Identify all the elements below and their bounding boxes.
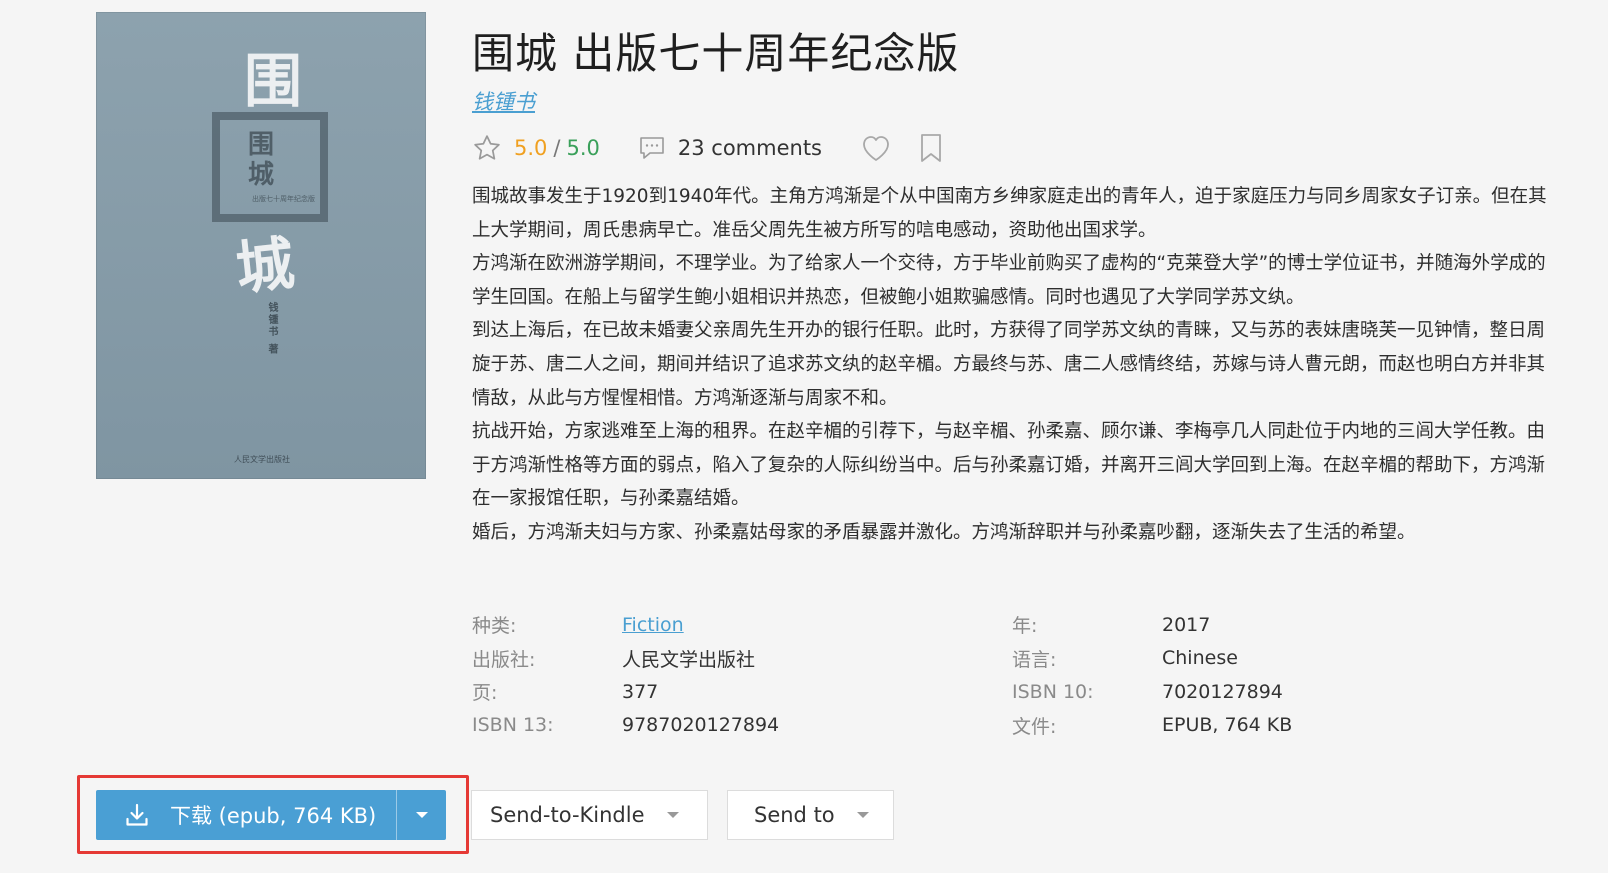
heart-icon[interactable]: [860, 133, 892, 163]
download-icon: [126, 803, 148, 826]
download-button[interactable]: 下载 (epub, 764 KB): [96, 790, 396, 840]
language-label: 语言:: [1012, 648, 1057, 671]
cover-author: 钱锺书 著: [266, 302, 277, 356]
isbn10-value: 7020127894: [1162, 680, 1283, 703]
description-paragraph: 到达上海后，在已故未婚妻父亲周先生开办的银行任职。此时，方获得了同学苏文纨的青睐…: [472, 320, 1546, 409]
book-title: 围城 出版七十周年纪念版: [472, 29, 960, 78]
isbn10-label: ISBN 10:: [1012, 680, 1094, 703]
cover-title-char-top: 围: [244, 47, 303, 115]
book-description: 围城故事发生于1920到1940年代。主角方鸿渐是个从中国南方乡绅家庭走出的青年…: [472, 180, 1562, 550]
pages-label: 页:: [472, 682, 498, 705]
publisher-label: 出版社:: [472, 648, 536, 671]
rating-max: 5.0: [566, 136, 600, 160]
rating-separator: /: [553, 136, 561, 160]
year-label: 年:: [1012, 615, 1038, 638]
year-value: 2017: [1162, 613, 1211, 636]
publisher-value: 人民文学出版社: [622, 648, 756, 671]
category-label: 种类:: [472, 615, 517, 638]
cover-frame-text: 围 城: [248, 130, 274, 190]
chevron-down-icon: [856, 812, 869, 818]
category-link[interactable]: Fiction: [622, 614, 1012, 636]
description-paragraph: 婚后，方鸿渐夫妇与方家、孙柔嘉姑母家的矛盾暴露并激化。方鸿渐辞职并与孙柔嘉吵翻，…: [472, 521, 1416, 543]
author-link[interactable]: 钱锺书: [472, 86, 535, 116]
description-paragraph: 抗战开始，方家逃难至上海的租界。在赵辛楣的引荐下，与赵辛楣、孙柔嘉、顾尔谦、李梅…: [472, 421, 1546, 510]
send-to-label: Send to: [754, 803, 835, 827]
file-label: 文件:: [1012, 715, 1057, 738]
send-to-kindle-label: Send-to-Kindle: [490, 803, 645, 827]
book-cover[interactable]: 围 围 城 出版七十周年纪念版 城 钱锺书 著 人民文学出版社: [96, 12, 426, 479]
language-value: Chinese: [1162, 647, 1238, 670]
rating-score: 5.0: [514, 136, 548, 160]
star-icon[interactable]: [472, 133, 502, 163]
isbn13-label: ISBN 13:: [472, 714, 554, 737]
details-row: 出版社: 人民文学出版社 语言: Chinese: [472, 642, 1482, 676]
download-button-label: 下载 (epub, 764 KB): [170, 804, 377, 828]
cover-frame-char-2: 城: [248, 160, 275, 190]
cover-frame-subtitle: 出版七十周年纪念版: [252, 195, 315, 203]
book-detail-page: 围 围 城 出版七十周年纪念版 城 钱锺书 著 人民文学出版社 围城 出版七十周…: [0, 0, 1608, 873]
bookmark-icon[interactable]: [918, 132, 944, 164]
chevron-down-icon: [415, 812, 428, 818]
description-paragraph: 方鸿渐在欧洲游学期间，不理学业。为了给家人一个交待，方于毕业前购买了虚构的“克莱…: [472, 253, 1546, 308]
send-to-kindle-button[interactable]: Send-to-Kindle: [471, 790, 708, 840]
book-details: 种类: Fiction 年: 2017 出版社: 人民文学出版社 语言: Chi…: [472, 608, 1482, 742]
isbn13-value: 9787020127894: [622, 714, 780, 737]
pages-value: 377: [622, 680, 659, 703]
description-paragraph: 围城故事发生于1920到1940年代。主角方鸿渐是个从中国南方乡绅家庭走出的青年…: [472, 186, 1547, 241]
download-button-group: 下载 (epub, 764 KB): [96, 790, 446, 840]
book-meta-row: 5.0 / 5.0 23 comments: [472, 128, 944, 168]
cover-title-char-bottom: 城: [232, 229, 298, 303]
details-row: ISBN 13: 9787020127894 文件: EPUB, 764 KB: [472, 709, 1482, 743]
download-dropdown-toggle[interactable]: [397, 790, 446, 840]
chevron-down-icon: [666, 812, 679, 818]
details-row: 页: 377 ISBN 10: 7020127894: [472, 675, 1482, 709]
cover-frame: 围 城 出版七十周年纪念版: [212, 112, 328, 222]
cover-publisher: 人民文学出版社: [234, 455, 290, 464]
file-value: EPUB, 764 KB: [1162, 714, 1293, 737]
comment-icon[interactable]: [638, 135, 666, 161]
details-row: 种类: Fiction 年: 2017: [472, 608, 1482, 642]
comments-link[interactable]: 23 comments: [678, 136, 822, 160]
send-to-button[interactable]: Send to: [727, 790, 894, 840]
cover-frame-char-1: 围: [248, 130, 275, 160]
